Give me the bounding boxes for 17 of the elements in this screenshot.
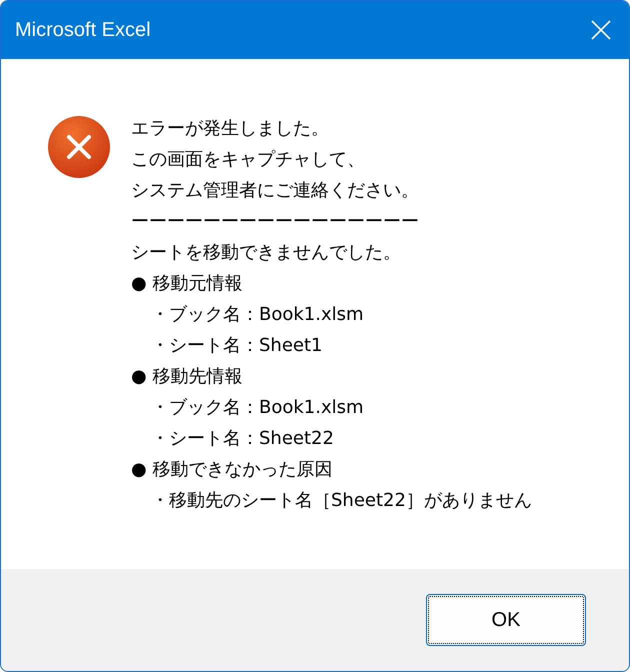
message-text: シートを移動できませんでした。 (131, 242, 401, 263)
message-text: システム管理者にご連絡ください。 (131, 180, 419, 201)
message-text: ・シート名：Sheet22 (151, 428, 334, 449)
message-text: ● 移動できなかった原因 (131, 459, 332, 480)
message-text: ・移動先のシート名［Sheet22］がありません (151, 490, 532, 511)
error-icon (47, 115, 111, 179)
window-title: Microsoft Excel (15, 18, 151, 42)
message-text: ・ブック名：Book1.xlsm (151, 397, 364, 418)
message-text: エラーが発生しました。 (131, 118, 329, 139)
message-text: ・シート名：Sheet1 (151, 335, 322, 356)
close-icon (591, 20, 611, 40)
ok-button[interactable]: OK (426, 594, 586, 646)
message-text: ● 移動元情報 (131, 273, 242, 294)
message-text: ・ブック名：Book1.xlsm (151, 304, 364, 325)
message-text: この画面をキャプチャして、 (131, 149, 365, 170)
message-text: ーーーーーーーーーーーーーーーー (131, 211, 419, 232)
message-text: ● 移動先情報 (131, 366, 242, 387)
